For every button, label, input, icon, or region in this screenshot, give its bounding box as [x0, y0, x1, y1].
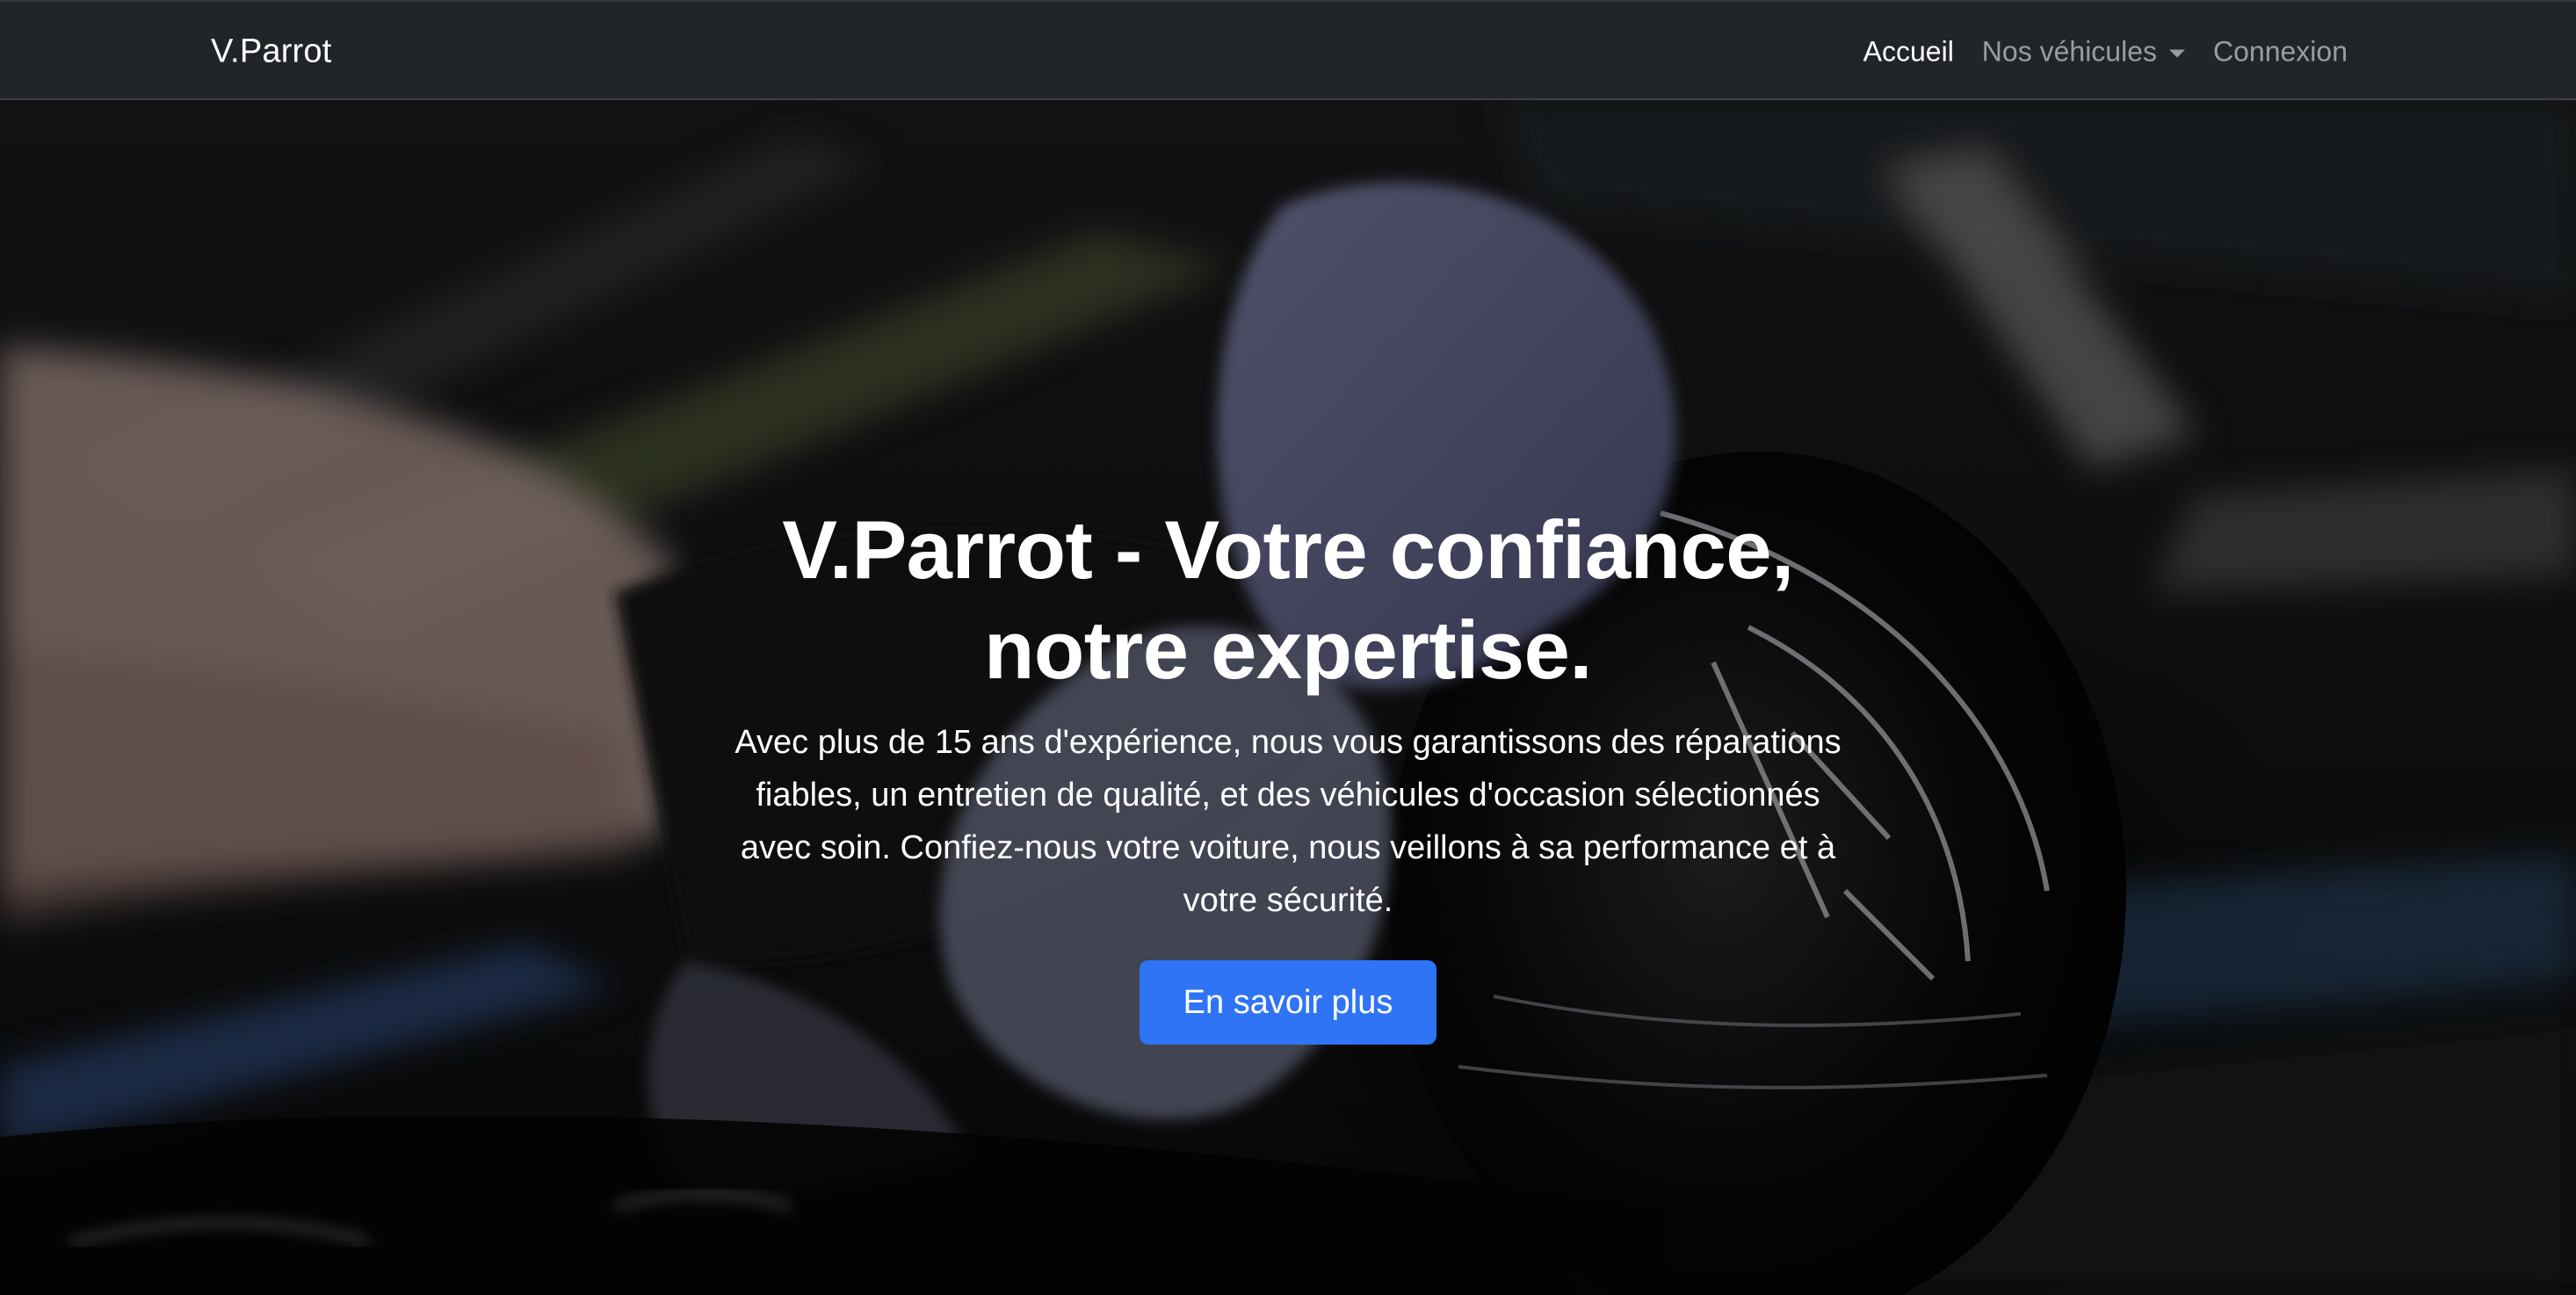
nav-links: Accueil Nos véhicules Connexion [1863, 36, 2348, 69]
brand-logo[interactable]: V.Parrot [211, 33, 332, 71]
hero-content: V.Parrot - Votre confiance, notre expert… [0, 500, 2576, 1045]
nav-dropdown-vehicules[interactable]: Nos véhicules [1982, 36, 2185, 69]
nav-link-label: Accueil [1863, 35, 1954, 68]
en-savoir-plus-button[interactable]: En savoir plus [1139, 960, 1437, 1045]
nav-link-label: Connexion [2213, 35, 2348, 68]
hero-section: V.Parrot - Votre confiance, notre expert… [0, 100, 2576, 1295]
hero-description: Avec plus de 15 ans d'expérience, nous v… [734, 724, 1842, 919]
top-navbar: V.Parrot Accueil Nos véhicules Connexion [0, 0, 2576, 100]
hero-title: V.Parrot - Votre confiance, notre expert… [782, 503, 1794, 696]
chevron-down-icon [2169, 49, 2185, 58]
nav-link-connexion[interactable]: Connexion [2213, 36, 2348, 69]
nav-link-label: Nos véhicules [1981, 35, 2157, 68]
nav-link-accueil[interactable]: Accueil [1863, 36, 1954, 69]
